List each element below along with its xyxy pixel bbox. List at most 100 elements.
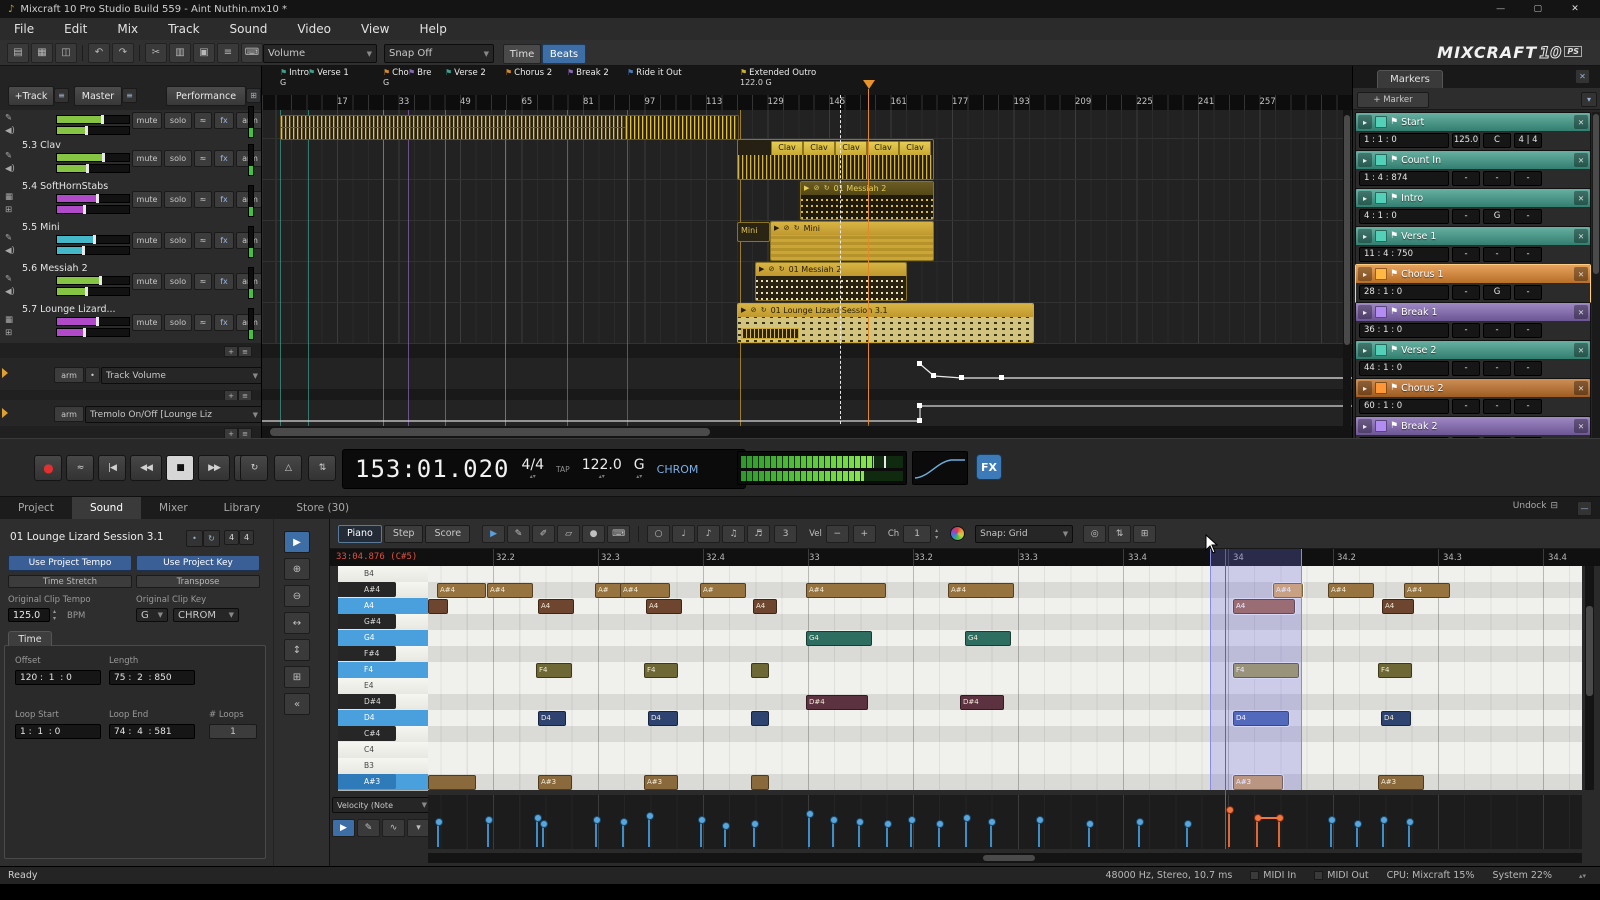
midi-note[interactable]: A4 xyxy=(538,599,574,614)
lounge-lizard-clip[interactable]: ▶ ⊘ ↻01 Lounge Lizard Session 3.1 xyxy=(737,303,1034,343)
midi-note[interactable]: G4 xyxy=(806,631,872,646)
track-row[interactable]: ✎◀)mutesolo≈fxarm xyxy=(0,110,262,139)
chevron-right-icon[interactable]: ▸ xyxy=(1358,153,1372,167)
beamed-sixteenth-icon[interactable]: ♬ xyxy=(747,525,770,543)
clip-loop-overlay[interactable] xyxy=(741,328,799,339)
time-mode-button[interactable]: Time xyxy=(503,44,541,64)
slider-handle[interactable] xyxy=(99,276,102,285)
automation-param-dropdown[interactable]: Track Volume▼ xyxy=(101,367,262,384)
velocity-type-dropdown[interactable]: Velocity (Note▼ xyxy=(332,797,432,813)
pencil-icon[interactable]: ✎ xyxy=(507,525,530,543)
clip-sig-denominator[interactable]: 4 xyxy=(239,530,254,545)
velocity-stem[interactable] xyxy=(808,813,810,847)
marker-color-swatch[interactable] xyxy=(1375,344,1387,356)
piano-key-f4[interactable]: F4 xyxy=(338,662,428,679)
fx-button[interactable]: fx xyxy=(214,191,234,208)
waveform-icon[interactable]: ≈ xyxy=(194,150,212,167)
grid-keys-icon[interactable]: ⌨ xyxy=(607,525,630,543)
midi-note[interactable]: F4 xyxy=(536,663,572,678)
automation-param-dropdown[interactable]: Tremolo On/Off [Lounge Liz▼ xyxy=(85,406,262,423)
track-slider[interactable] xyxy=(56,164,130,173)
mini-clip[interactable]: ▶ ⊘ ↻Mini xyxy=(770,221,934,261)
marker-tempo-value[interactable]: - xyxy=(1452,361,1480,376)
scrollbar-thumb[interactable] xyxy=(1344,115,1350,345)
open-folder-icon[interactable]: ▦ xyxy=(31,43,53,63)
slider-handle[interactable] xyxy=(83,328,86,337)
midi-note[interactable]: A# xyxy=(595,583,622,598)
marker-timesig-value[interactable]: - xyxy=(1514,323,1542,338)
add-track-button[interactable]: +Track xyxy=(8,86,54,106)
volume-automation-curve[interactable] xyxy=(262,358,1352,390)
menu-track[interactable]: Track xyxy=(168,22,199,36)
solo-button[interactable]: solo xyxy=(164,273,192,290)
close-icon[interactable]: ✕ xyxy=(1574,419,1588,433)
fx-button[interactable]: fx xyxy=(214,112,234,129)
note-grid[interactable]: A#4A#4A#A#4A#A#4A#4A#4A#4A#4A4A4A4A4A4G4… xyxy=(428,566,1582,790)
track-slider[interactable] xyxy=(56,126,130,135)
marker-timesig-value[interactable]: - xyxy=(1514,171,1542,186)
tempo-control[interactable]: 122.0▴▾ xyxy=(582,458,622,480)
target-icon[interactable]: ◎ xyxy=(1083,525,1106,543)
marker-timesig-value[interactable]: - xyxy=(1514,361,1542,376)
midi-note[interactable] xyxy=(428,775,476,790)
midi-note[interactable]: A#4 xyxy=(948,583,1014,598)
vertical-scrollbar[interactable] xyxy=(1343,110,1351,426)
velocity-knob[interactable] xyxy=(1086,820,1094,828)
midi-note[interactable]: A#3 xyxy=(644,775,678,790)
midi-note[interactable]: A#4 xyxy=(620,583,670,598)
menu-file[interactable]: File xyxy=(14,22,34,36)
piano-key-b3[interactable]: B3 xyxy=(338,758,428,775)
automation-button[interactable]: ≈ xyxy=(66,455,94,481)
scrollbar-thumb[interactable] xyxy=(983,855,1035,861)
waveform-icon[interactable]: ≈ xyxy=(194,232,212,249)
midi-note[interactable]: D4 xyxy=(1381,711,1411,726)
play-icon[interactable]: ▶ xyxy=(482,525,505,543)
arm-automation-button[interactable]: arm xyxy=(54,406,84,422)
channel-value[interactable]: 1 xyxy=(903,525,931,543)
clav-clip-head[interactable]: Clav xyxy=(803,141,835,156)
marker-item[interactable]: ▸⚑Count In✕1 : 4 : 874--- xyxy=(1355,150,1591,190)
stepper-arrows-icon[interactable]: ▴▾ xyxy=(636,474,642,480)
grid-icon[interactable]: ⊞ xyxy=(5,328,12,338)
velocity-play-button[interactable]: ▶ xyxy=(332,819,355,837)
slider-handle[interactable] xyxy=(86,164,89,173)
chevron-right-icon[interactable]: ▸ xyxy=(1358,267,1372,281)
lane-menu-button[interactable]: ≡ xyxy=(238,428,252,438)
punch-button[interactable]: ⇅ xyxy=(308,455,336,481)
midi-note[interactable]: A4 xyxy=(1382,599,1414,614)
marker-flag[interactable]: ⚑ChoG xyxy=(383,68,409,87)
rewind-button[interactable]: ◀◀ xyxy=(130,455,162,481)
velocity-draw-button[interactable]: ✎ xyxy=(357,819,380,837)
loop-button[interactable]: ↻ xyxy=(240,455,268,481)
copy-icon[interactable]: ▥ xyxy=(169,43,191,63)
marker-key-value[interactable]: G xyxy=(1483,209,1511,224)
piano-roll-ruler[interactable]: 33:04.876 (C#5) 32.232.332.43333.233.333… xyxy=(330,549,1600,566)
tab-library[interactable]: Library xyxy=(206,497,279,519)
midi-note[interactable]: D#4 xyxy=(806,695,868,710)
marker-item[interactable]: ▸⚑Intro✕4 : 1 : 0-G- xyxy=(1355,188,1591,228)
midi-note[interactable]: D4 xyxy=(648,711,678,726)
channel-stepper[interactable]: ▴▾ xyxy=(935,527,938,541)
marker-item[interactable]: ▸⚑Break 1✕36 : 1 : 0--- xyxy=(1355,302,1591,342)
time-signature-control[interactable]: 4/4▴▾ xyxy=(522,458,545,480)
midi-note[interactable]: G4 xyxy=(965,631,1011,646)
solo-button[interactable]: solo xyxy=(164,112,192,129)
fx-button[interactable]: FX xyxy=(976,454,1002,480)
piano-key-c4[interactable]: C4 xyxy=(338,742,428,759)
velocity-lane[interactable] xyxy=(428,795,1582,849)
marker-name-row[interactable]: ▸⚑Chorus 2✕ xyxy=(1356,379,1590,397)
marker-timesig-value[interactable]: - xyxy=(1514,285,1542,300)
velocity-menu-button[interactable]: ▾ xyxy=(407,819,430,837)
marker-tempo-value[interactable]: - xyxy=(1452,399,1480,414)
piano-key-as3[interactable]: A#3 xyxy=(338,774,428,791)
marker-item[interactable]: ▸⚑Break 2✕--- xyxy=(1355,416,1591,438)
clav-clip-head[interactable]: Clav xyxy=(771,141,803,156)
scrollbar-thumb[interactable] xyxy=(1586,606,1593,696)
velocity-knob[interactable] xyxy=(485,816,493,824)
slider-handle[interactable] xyxy=(85,287,88,296)
track-row[interactable]: 5.6 Messiah 2✎◀)mutesolo≈fxarm xyxy=(0,261,262,303)
marker-name-row[interactable]: ▸⚑Break 1✕ xyxy=(1356,303,1590,321)
marker-position-value[interactable]: 11 : 4 : 750 xyxy=(1359,247,1449,262)
velocity-knob[interactable] xyxy=(1328,816,1336,824)
collapse-button[interactable]: « xyxy=(284,693,310,715)
